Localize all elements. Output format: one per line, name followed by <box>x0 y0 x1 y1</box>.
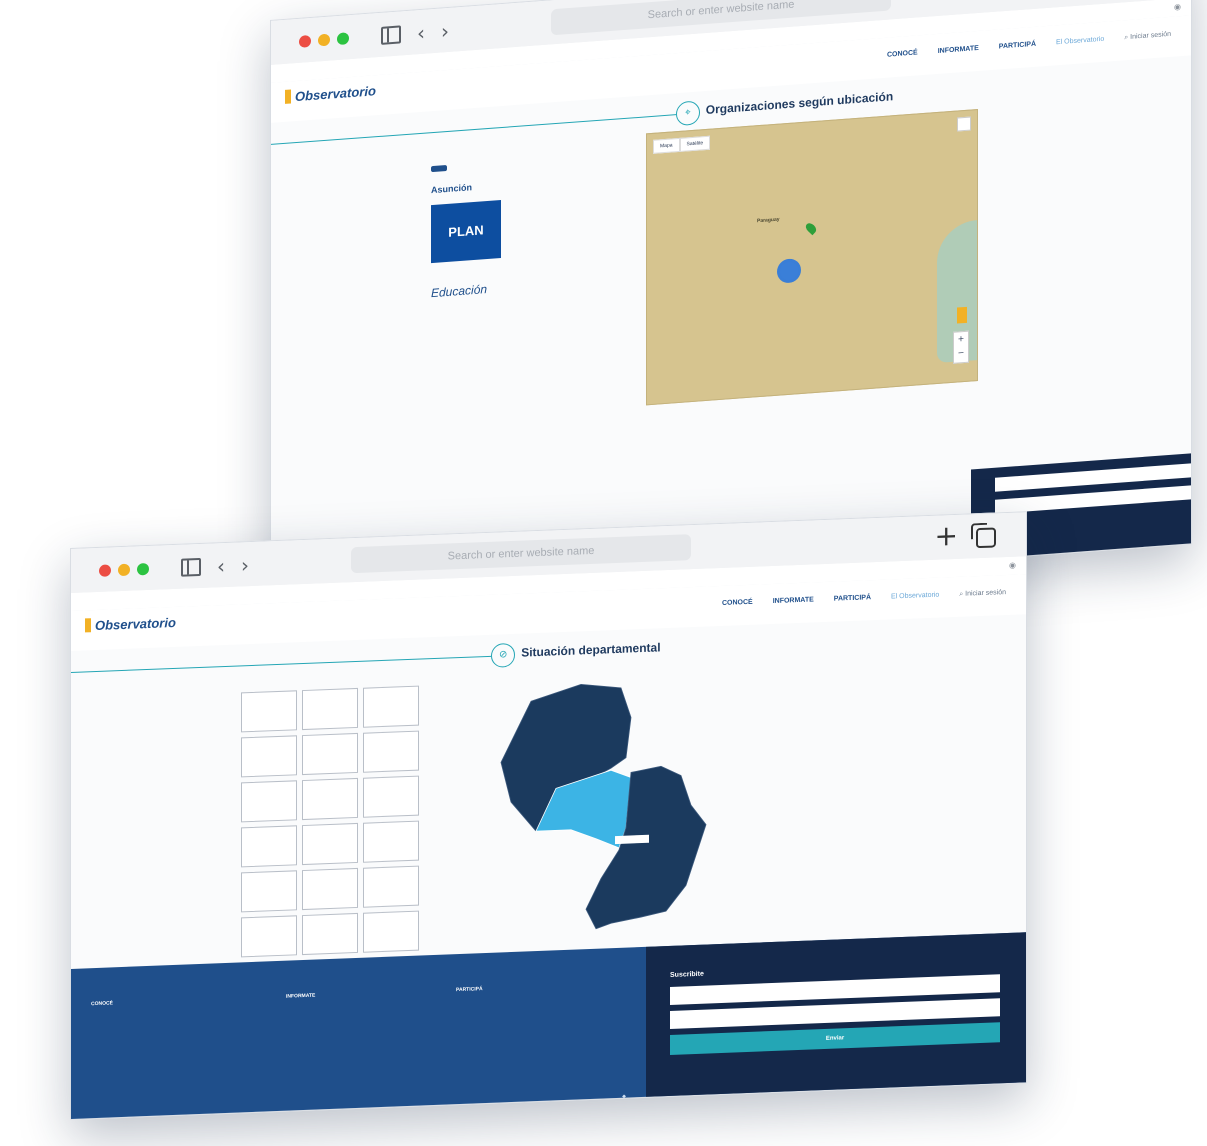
login-link[interactable]: ⌕ Iniciar sesión <box>1124 31 1171 42</box>
department-button[interactable] <box>363 910 419 953</box>
zoom-control[interactable]: + − <box>953 330 969 364</box>
nav-observatorio[interactable]: El Observatorio <box>891 592 939 602</box>
org-item[interactable]: Educación <box>431 258 641 313</box>
department-button[interactable] <box>241 825 297 868</box>
department-button[interactable] <box>302 687 358 731</box>
browser-window-back: ‹ › Search or enter website name + ◉ Obs… <box>270 0 1192 613</box>
contact-info <box>670 1056 1000 1069</box>
department-button[interactable] <box>302 777 358 821</box>
window-controls <box>99 562 149 577</box>
department-button[interactable] <box>241 780 297 823</box>
zoom-in-icon[interactable]: + <box>958 334 965 343</box>
department-button[interactable] <box>241 870 297 913</box>
nav-observatorio[interactable]: El Observatorio <box>1056 36 1104 48</box>
footer-col-conoce: CONOCÉ <box>91 1000 113 1008</box>
submit-button[interactable]: Enviar <box>670 1022 1000 1055</box>
back-icon[interactable]: ‹ <box>417 21 425 46</box>
nav-participa[interactable]: PARTICIPÁ <box>834 594 871 603</box>
department-badge <box>431 165 447 173</box>
logo-mark-icon <box>85 618 91 633</box>
organizations-map[interactable]: Mapa Satélite Paraguay + − <box>646 109 978 406</box>
site-logo[interactable]: Observatorio <box>285 83 376 105</box>
close-window-button[interactable] <box>99 564 111 577</box>
footer-col-informate: INFORMATE <box>286 990 315 1004</box>
tab-satellite[interactable]: Satélite <box>679 135 711 152</box>
sidebar-toggle-icon[interactable] <box>181 557 201 577</box>
footer-col-participa: PARTICIPÁ <box>456 983 483 997</box>
location-icon: ⌖ <box>675 100 700 127</box>
department-grid <box>241 685 419 958</box>
footer-logo: ◆ <box>622 1094 626 1100</box>
map-pin-icon[interactable] <box>803 221 819 236</box>
main-nav: CONOCÉ INFORMATE PARTICIPÁ El Observator… <box>722 589 1006 608</box>
logo-mark-icon: ◆ <box>622 1093 626 1100</box>
educacion-logo: Educación <box>431 282 488 301</box>
page-title: Organizaciones según ubicación <box>705 89 894 117</box>
tab-map[interactable]: Mapa <box>653 137 680 154</box>
department-button[interactable] <box>302 732 358 776</box>
department-button[interactable] <box>302 867 358 911</box>
department-button[interactable] <box>363 865 419 908</box>
maximize-window-button[interactable] <box>337 32 349 46</box>
nav-participa[interactable]: PARTICIPÁ <box>999 41 1036 52</box>
new-tab-icon[interactable]: + <box>935 519 958 553</box>
map-tooltip <box>615 834 649 845</box>
department-button[interactable] <box>302 912 358 956</box>
browser-window-front: ‹ › Search or enter website name + ◉ Obs… <box>70 511 1027 1120</box>
page-title: Situación departamental <box>521 640 661 660</box>
department-button[interactable] <box>363 775 419 818</box>
subscribe-panel: Suscribite Enviar <box>646 932 1026 1107</box>
department-button[interactable] <box>363 730 419 773</box>
map-label-paraguay: Paraguay <box>757 216 780 225</box>
map-type-tabs: Mapa Satélite <box>653 135 711 154</box>
zoom-out-icon[interactable]: − <box>958 348 965 357</box>
fullscreen-icon[interactable] <box>957 116 971 132</box>
nav-informate[interactable]: INFORMATE <box>938 45 979 56</box>
address-bar[interactable]: Search or enter website name <box>351 534 691 574</box>
forward-icon[interactable]: › <box>441 19 449 44</box>
site-logo[interactable]: Observatorio <box>85 615 176 633</box>
logo-mark-icon <box>285 89 291 104</box>
heading-divider <box>71 655 492 673</box>
plan-logo: PLAN <box>431 200 501 264</box>
window-controls <box>299 32 349 48</box>
no-entry-icon: ⊘ <box>491 642 516 668</box>
maximize-window-button[interactable] <box>137 562 149 576</box>
department-button[interactable] <box>363 820 419 863</box>
org-item[interactable]: PLAN <box>431 190 641 264</box>
paraguay-department-map[interactable] <box>491 673 751 943</box>
close-window-button[interactable] <box>299 34 311 48</box>
nav-informate[interactable]: INFORMATE <box>773 596 814 606</box>
department-button[interactable] <box>302 822 358 866</box>
marker-cluster-icon[interactable] <box>777 258 801 284</box>
department-button[interactable] <box>363 685 419 728</box>
nav-conoce[interactable]: CONOCÉ <box>722 599 753 608</box>
main-nav: CONOCÉ INFORMATE PARTICIPÁ El Observator… <box>887 31 1171 60</box>
extensions-icon[interactable]: ◉ <box>1009 557 1016 575</box>
department-button[interactable] <box>241 735 297 778</box>
street-view-icon[interactable] <box>957 306 967 324</box>
subscribe-form: Suscribite Enviar <box>670 959 1000 1069</box>
minimize-window-button[interactable] <box>118 563 130 577</box>
department-button[interactable] <box>241 915 297 958</box>
extensions-icon[interactable]: ◉ <box>1174 0 1181 17</box>
tab-overview-icon[interactable] <box>976 527 996 549</box>
department-button[interactable] <box>241 690 297 733</box>
forward-icon[interactable]: › <box>241 553 249 577</box>
organization-card: Asunción PLAN Educación <box>431 144 641 349</box>
sidebar-toggle-icon[interactable] <box>381 25 401 45</box>
minimize-window-button[interactable] <box>318 33 330 47</box>
heading-divider <box>271 114 676 145</box>
back-icon[interactable]: ‹ <box>217 554 225 578</box>
site-footer: CONOCÉ INFORMATE PARTICIPÁ ◆ Suscribite <box>71 932 1026 1120</box>
nav-conoce[interactable]: CONOCÉ <box>887 49 918 59</box>
login-link[interactable]: ⌕ Iniciar sesión <box>959 589 1006 599</box>
